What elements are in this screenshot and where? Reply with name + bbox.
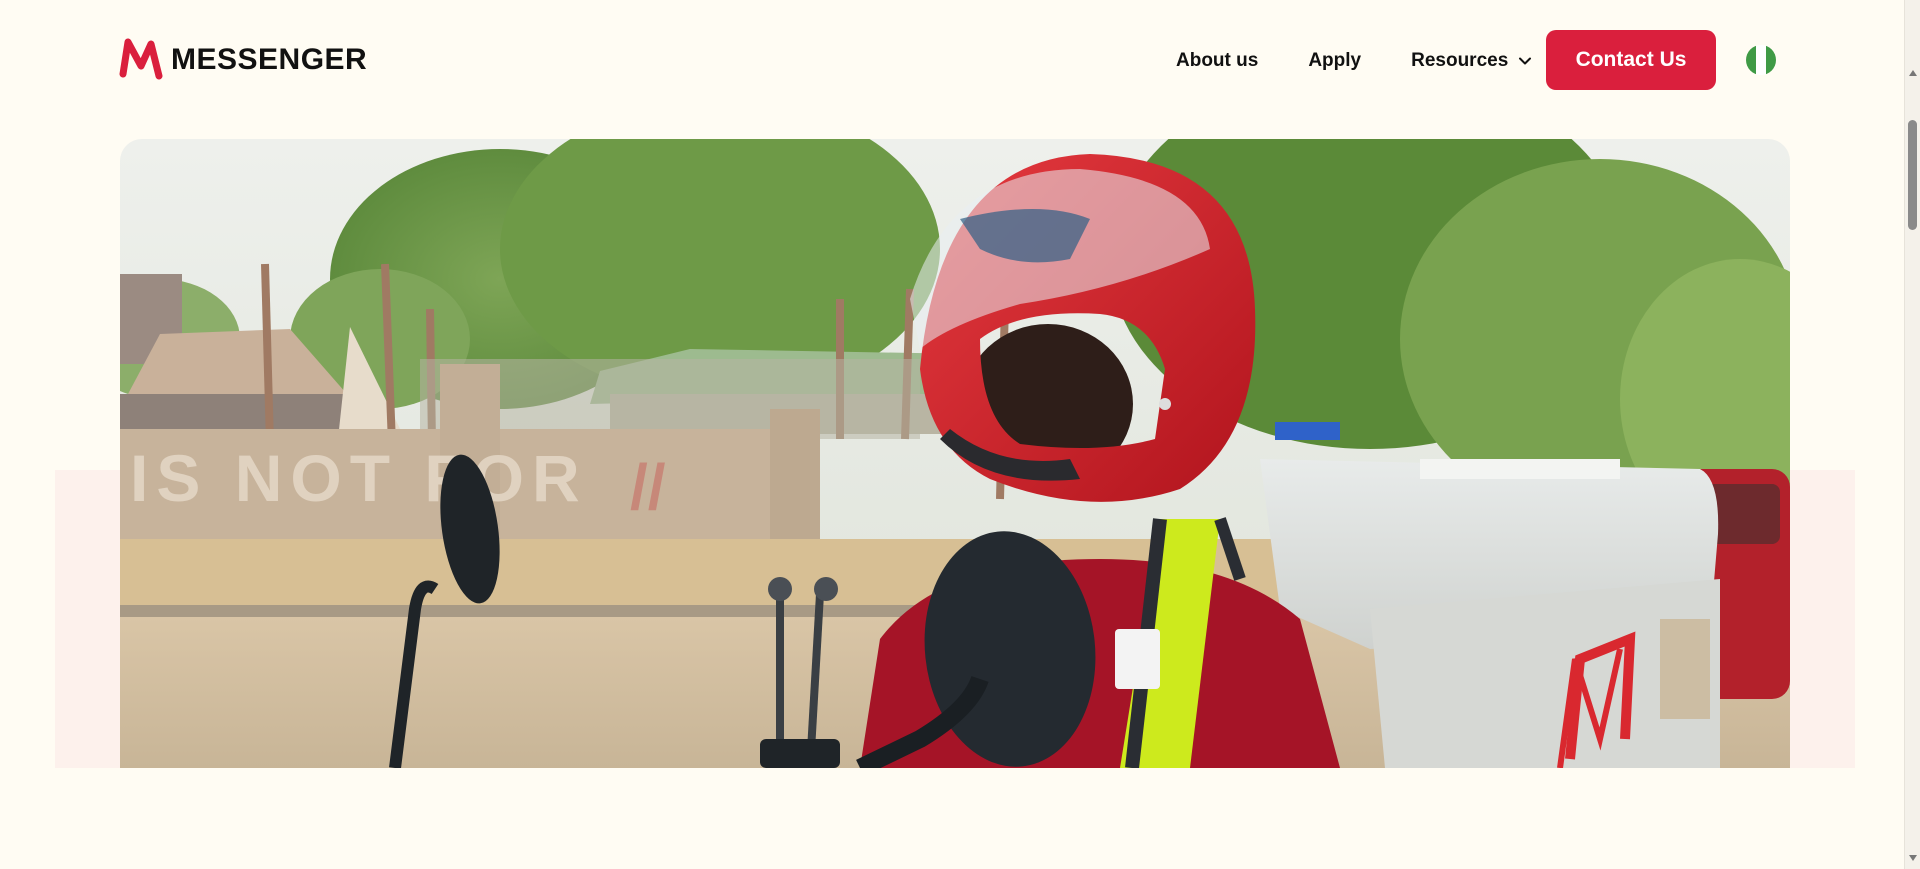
messenger-logo-icon: [119, 38, 163, 80]
brand-name: MESSENGER: [171, 43, 368, 76]
wall-graffiti-text: IS NOT FOR: [130, 441, 588, 515]
flag-stripe-left: [1746, 45, 1756, 75]
rider-photo: IS NOT FOR //: [120, 139, 1790, 768]
scroll-up-arrow-icon[interactable]: [1909, 70, 1917, 76]
flag-stripe-middle: [1756, 45, 1766, 75]
wall-graffiti-red: //: [630, 451, 666, 523]
site-header: MESSENGER About us Apply Resources Conta…: [0, 0, 1904, 120]
nav-resources-label: Resources: [1411, 50, 1509, 71]
main-nav: About us Apply Resources: [1176, 38, 1532, 84]
chevron-down-icon: [1519, 57, 1532, 65]
nav-apply[interactable]: Apply: [1308, 50, 1361, 72]
contact-us-button[interactable]: Contact Us: [1546, 30, 1716, 90]
flag-stripe-right: [1766, 45, 1776, 75]
brand-logo[interactable]: MESSENGER: [119, 38, 367, 82]
nav-resources[interactable]: Resources: [1411, 50, 1532, 72]
nigeria-flag-icon[interactable]: [1746, 45, 1776, 75]
blue-sign: [1275, 422, 1340, 440]
hero-image: IS NOT FOR //: [120, 139, 1790, 768]
scroll-down-arrow-icon[interactable]: [1909, 855, 1917, 861]
page-scrollbar[interactable]: [1904, 0, 1920, 869]
scrollbar-thumb[interactable]: [1908, 120, 1917, 230]
nav-about-us[interactable]: About us: [1176, 50, 1258, 72]
wall-pillar-right: [770, 409, 820, 549]
